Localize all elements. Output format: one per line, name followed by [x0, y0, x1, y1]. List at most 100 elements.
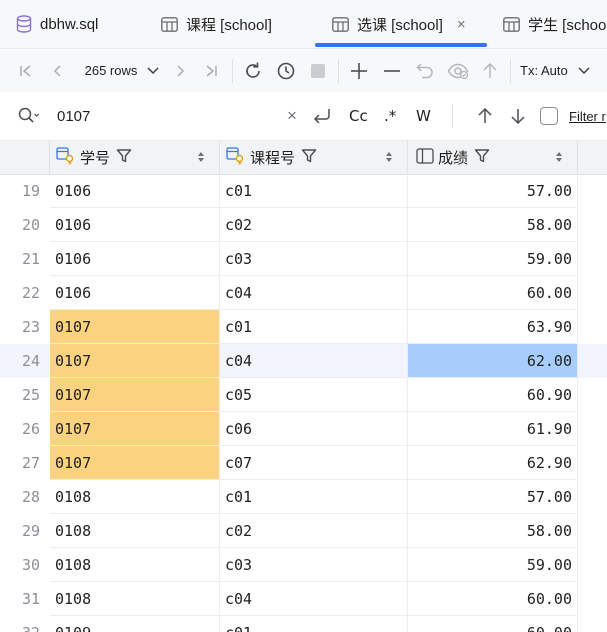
- cell-grade[interactable]: 57.00: [408, 480, 578, 514]
- cell-course-id[interactable]: c06: [220, 412, 408, 446]
- cell-student-id-search-match[interactable]: 0107: [50, 412, 220, 446]
- cell-course-id[interactable]: c07: [220, 446, 408, 480]
- cell-student-id-search-match[interactable]: 0107: [50, 344, 220, 378]
- table-row[interactable]: 27 0107 c07 62.90: [0, 446, 607, 480]
- filter-icon[interactable]: [474, 148, 490, 168]
- table-row[interactable]: 28 0108 c01 57.00: [0, 480, 607, 514]
- cell-grade[interactable]: 58.00: [408, 208, 578, 242]
- cell-student-id[interactable]: 0108: [50, 548, 220, 582]
- sort-icon[interactable]: [555, 150, 563, 168]
- cell-grade[interactable]: 59.00: [408, 242, 578, 276]
- cell-course-id[interactable]: c03: [220, 242, 408, 276]
- cell-grade[interactable]: 61.90: [408, 412, 578, 446]
- table-row[interactable]: 19 0106 c01 57.00: [0, 174, 607, 208]
- search-input[interactable]: 0107: [57, 92, 277, 140]
- cell-grade[interactable]: 59.00: [408, 548, 578, 582]
- whole-words-toggle[interactable]: W: [416, 92, 431, 140]
- transaction-mode-selector[interactable]: Tx: Auto: [520, 49, 602, 92]
- close-icon[interactable]: ×: [457, 16, 466, 33]
- table-row-current[interactable]: 24 0107 c04 62.00: [0, 344, 607, 378]
- column-icon: [416, 147, 434, 168]
- cell-student-id[interactable]: 0108: [50, 514, 220, 548]
- cell-grade[interactable]: 60.00: [408, 616, 578, 632]
- cell-student-id[interactable]: 0106: [50, 242, 220, 276]
- sort-icon[interactable]: [197, 150, 205, 168]
- next-match-icon[interactable]: [510, 92, 526, 140]
- row-number: 24: [21, 352, 40, 370]
- tab-dbhw-sql[interactable]: dbhw.sql: [16, 0, 98, 48]
- cell-grade[interactable]: 60.00: [408, 582, 578, 616]
- row-count-selector[interactable]: 265 rows: [80, 49, 164, 92]
- cell-course-id[interactable]: c05: [220, 378, 408, 412]
- cell-course-id[interactable]: c01: [220, 174, 408, 208]
- table-row[interactable]: 20 0106 c02 58.00: [0, 208, 607, 242]
- cell-grade[interactable]: 63.90: [408, 310, 578, 344]
- cell-student-id-search-match[interactable]: 0107: [50, 310, 220, 344]
- history-icon[interactable]: [273, 49, 299, 92]
- cell-student-id[interactable]: 0109: [50, 616, 220, 632]
- cell-grade[interactable]: 62.90: [408, 446, 578, 480]
- filter-icon[interactable]: [301, 148, 317, 168]
- cell-grade-selected[interactable]: 62.00: [408, 344, 578, 378]
- cell-student-id[interactable]: 0106: [50, 174, 220, 208]
- previous-page-icon[interactable]: [46, 49, 70, 92]
- cell-grade[interactable]: 60.00: [408, 276, 578, 310]
- transaction-mode-label: Tx: Auto: [520, 63, 568, 78]
- add-row-icon[interactable]: [347, 49, 371, 92]
- submit-icon[interactable]: [478, 49, 502, 92]
- table-row[interactable]: 31 0108 c04 60.00: [0, 582, 607, 616]
- filter-rows-checkbox[interactable]: [540, 92, 558, 140]
- search-history-icon[interactable]: [18, 92, 40, 140]
- table-row[interactable]: 29 0108 c02 58.00: [0, 514, 607, 548]
- cell-grade[interactable]: 60.90: [408, 378, 578, 412]
- new-line-icon[interactable]: [312, 92, 332, 140]
- revert-icon[interactable]: [413, 49, 437, 92]
- cell-course-id[interactable]: c01: [220, 616, 408, 632]
- column-header-student-id[interactable]: 学号: [50, 141, 220, 174]
- column-header-grade[interactable]: 成绩: [408, 141, 578, 174]
- cell-course-id[interactable]: c02: [220, 514, 408, 548]
- cell-grade[interactable]: 57.00: [408, 174, 578, 208]
- refresh-icon[interactable]: [240, 49, 266, 92]
- tab-course-school[interactable]: 课程 [school]: [161, 0, 272, 48]
- cell-grade[interactable]: 58.00: [408, 514, 578, 548]
- cell-student-id[interactable]: 0106: [50, 276, 220, 310]
- table-row[interactable]: 25 0107 c05 60.90: [0, 378, 607, 412]
- table-row[interactable]: 26 0107 c06 61.90: [0, 412, 607, 446]
- cell-student-id[interactable]: 0108: [50, 480, 220, 514]
- cell-course-id[interactable]: c04: [220, 344, 408, 378]
- cell-course-id[interactable]: c01: [220, 310, 408, 344]
- table-row[interactable]: 21 0106 c03 59.00: [0, 242, 607, 276]
- tab-label: 学生 [school]: [528, 16, 607, 34]
- cell-student-id[interactable]: 0106: [50, 208, 220, 242]
- last-page-icon[interactable]: [199, 49, 223, 92]
- sort-icon[interactable]: [385, 150, 393, 168]
- filter-icon[interactable]: [116, 148, 132, 168]
- cell-student-id[interactable]: 0108: [50, 582, 220, 616]
- table-row[interactable]: 23 0107 c01 63.90: [0, 310, 607, 344]
- cell-course-id[interactable]: c04: [220, 276, 408, 310]
- preview-icon[interactable]: [445, 49, 471, 92]
- cell-course-id[interactable]: c01: [220, 480, 408, 514]
- tab-student-school[interactable]: 学生 [school]: [503, 0, 607, 48]
- table-row[interactable]: 22 0106 c04 60.00: [0, 276, 607, 310]
- row-number-header: [0, 141, 50, 174]
- cell-course-id[interactable]: c04: [220, 582, 408, 616]
- table-row[interactable]: 30 0108 c03 59.00: [0, 548, 607, 582]
- first-page-icon[interactable]: [14, 49, 38, 92]
- cell-course-id[interactable]: c03: [220, 548, 408, 582]
- previous-match-icon[interactable]: [477, 92, 493, 140]
- column-header-course-id[interactable]: 课程号: [220, 141, 408, 174]
- clear-search-icon[interactable]: ×: [287, 92, 297, 140]
- stop-icon[interactable]: [306, 49, 330, 92]
- cell-student-id-search-match[interactable]: 0107: [50, 378, 220, 412]
- next-page-icon[interactable]: [168, 49, 192, 92]
- tab-enrollment-school[interactable]: 选课 [school] ×: [332, 0, 466, 48]
- cell-student-id-search-match[interactable]: 0107: [50, 446, 220, 480]
- delete-row-icon[interactable]: [380, 49, 404, 92]
- cell-course-id[interactable]: c02: [220, 208, 408, 242]
- regex-toggle[interactable]: .*: [384, 92, 396, 140]
- table-row[interactable]: 32 0109 c01 60.00: [0, 616, 607, 632]
- filter-rows-label[interactable]: Filter r: [569, 92, 606, 140]
- match-case-toggle[interactable]: Cc: [349, 92, 368, 140]
